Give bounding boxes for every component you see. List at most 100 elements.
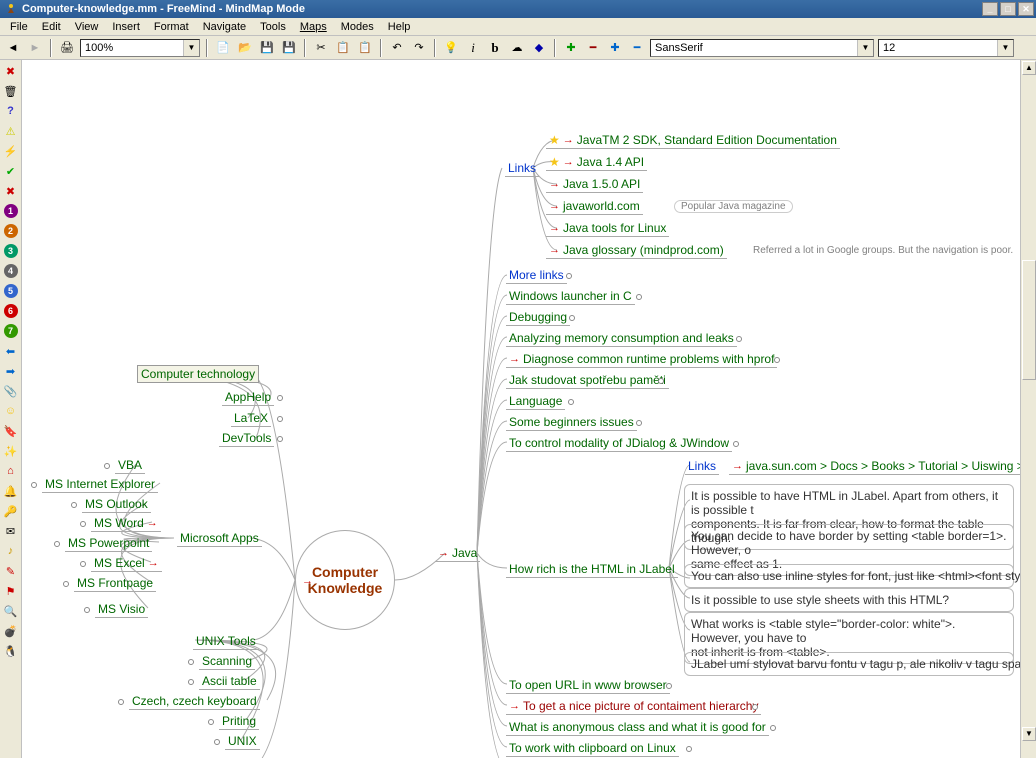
new-icon[interactable]: 📄 [214, 39, 232, 57]
fold-bubble[interactable] [54, 541, 60, 547]
priority-7-icon[interactable]: 7 [2, 322, 20, 340]
node-visio[interactable]: MS Visio [95, 601, 148, 618]
node-frontpage[interactable]: MS Frontpage [74, 575, 156, 592]
check-icon[interactable]: ✔ [2, 162, 20, 180]
root-node[interactable]: → Computer Knowledge [295, 530, 395, 630]
linux-icon[interactable]: 🐧 [2, 642, 20, 660]
fold-bubble[interactable] [636, 420, 642, 426]
node-open-url[interactable]: To open URL in www browser [506, 677, 670, 694]
node-beginners[interactable]: Some beginners issues [506, 414, 637, 431]
node-java-links[interactable]: Links [505, 160, 539, 177]
scroll-up-button[interactable]: ▲ [1022, 61, 1036, 75]
inc-icon[interactable]: ✚ [606, 39, 624, 57]
font-size-select[interactable]: 12 ▼ [878, 39, 1014, 57]
wizard-icon[interactable]: ✨ [2, 442, 20, 460]
priority-5-icon[interactable]: 5 [2, 282, 20, 300]
menu-modes[interactable]: Modes [335, 20, 380, 34]
node-containment-pic[interactable]: → To get a nice picture of contaiment hi… [506, 698, 761, 715]
node-czech[interactable]: Czech, czech keyboard [129, 693, 260, 710]
fold-bubble[interactable] [208, 719, 214, 725]
node-word[interactable]: MS Word → [91, 515, 161, 532]
node-jak-studovat[interactable]: Jak studovat spotřebu paměti [506, 372, 669, 389]
fold-bubble[interactable] [752, 704, 758, 710]
attach-icon[interactable]: 📎 [2, 382, 20, 400]
flash-icon[interactable]: ⚡ [2, 142, 20, 160]
node-powerpoint[interactable]: MS Powerpoint [65, 535, 152, 552]
node-winlauncher[interactable]: Windows launcher in C [506, 288, 635, 305]
idea-icon[interactable]: 💡 [442, 39, 460, 57]
node-clipboard-linux[interactable]: To work with clipboard on Linux [506, 740, 679, 757]
cut-icon[interactable]: ✂ [312, 39, 330, 57]
node-jlabel-title[interactable]: How rich is the HTML in JLabel [506, 561, 678, 578]
bomb-icon[interactable]: 💣 [2, 622, 20, 640]
vertical-scrollbar[interactable]: ▲ ▼ [1020, 60, 1036, 758]
font-family-select[interactable]: SansSerif ▼ [650, 39, 874, 57]
node-java150api[interactable]: → Java 1.5.0 API [546, 176, 643, 193]
node-msie[interactable]: MS Internet Explorer [42, 476, 158, 493]
node-morelinks[interactable]: More links [506, 267, 567, 284]
remove-last-icon[interactable]: ✖ [2, 62, 20, 80]
dec-icon[interactable]: ━ [628, 39, 646, 57]
node-jlabel-text-6[interactable]: JLabel umí stylovat barvu fontu v tagu p… [684, 652, 1014, 676]
undo-icon[interactable]: ↶ [388, 39, 406, 57]
fold-bubble[interactable] [188, 659, 194, 665]
fold-bubble[interactable] [104, 463, 110, 469]
menu-insert[interactable]: Insert [106, 20, 146, 34]
node-priting[interactable]: Priting [219, 713, 259, 730]
fold-bubble[interactable] [277, 436, 283, 442]
scroll-thumb-v[interactable] [1022, 260, 1036, 380]
fold-bubble[interactable] [63, 581, 69, 587]
paste-icon[interactable]: 📋 [356, 39, 374, 57]
fold-bubble[interactable] [636, 294, 642, 300]
mail-icon[interactable]: ✉ [2, 522, 20, 540]
menu-edit[interactable]: Edit [36, 20, 67, 34]
bookmark-icon[interactable]: 🔖 [2, 422, 20, 440]
node-jlabel-text-4[interactable]: Is it possible to use style sheets with … [684, 588, 1014, 612]
print-icon[interactable]: 🖨 [58, 39, 76, 57]
warning-icon[interactable]: ⚠ [2, 122, 20, 140]
back-icon[interactable]: ⬅ [2, 342, 20, 360]
forward-button[interactable]: ► [26, 39, 44, 57]
menu-file[interactable]: File [4, 20, 34, 34]
saveas-icon[interactable]: 💾 [280, 39, 298, 57]
fold-bubble[interactable] [80, 561, 86, 567]
forward-icon[interactable]: ➡ [2, 362, 20, 380]
node-java-glossary[interactable]: → Java glossary (mindprod.com) [546, 242, 727, 259]
home-icon[interactable]: ⌂ [2, 462, 20, 480]
fold-bubble[interactable] [188, 679, 194, 685]
maximize-button[interactable]: □ [1000, 2, 1016, 16]
node-memory[interactable]: Analyzing memory consumption and leaks [506, 330, 737, 347]
smiley-icon[interactable]: ☺ [2, 402, 20, 420]
menu-maps[interactable]: Maps [294, 20, 333, 34]
menu-help[interactable]: Help [382, 20, 417, 34]
node-latex[interactable]: LaTeX [231, 410, 271, 427]
menu-navigate[interactable]: Navigate [197, 20, 252, 34]
fold-bubble[interactable] [277, 395, 283, 401]
fold-bubble[interactable] [658, 378, 664, 384]
remove-icon[interactable]: ━ [584, 39, 602, 57]
fold-bubble[interactable] [736, 336, 742, 342]
fold-bubble[interactable] [733, 441, 739, 447]
node-excel[interactable]: MS Excel → [91, 555, 162, 572]
node-hprof[interactable]: → Diagnose common runtime problems with … [506, 351, 777, 368]
fold-bubble[interactable] [569, 315, 575, 321]
bold-button[interactable]: b [486, 39, 504, 57]
node-modality[interactable]: To control modality of JDialog & JWindow [506, 435, 732, 452]
fold-bubble[interactable] [666, 683, 672, 689]
menu-view[interactable]: View [69, 20, 105, 34]
priority-2-icon[interactable]: 2 [2, 222, 20, 240]
node-java-sdk-doc[interactable]: ★→ JavaTM 2 SDK, Standard Edition Docume… [546, 132, 840, 149]
node-apphelp[interactable]: AppHelp [222, 389, 274, 406]
node-java-linux-tools[interactable]: → Java tools for Linux [546, 220, 669, 237]
italic-button[interactable]: i [464, 39, 482, 57]
open-icon[interactable]: 📂 [236, 39, 254, 57]
priority-6-icon[interactable]: 6 [2, 302, 20, 320]
priority-4-icon[interactable]: 4 [2, 262, 20, 280]
music-icon[interactable]: ♪ [2, 542, 20, 560]
menu-tools[interactable]: Tools [254, 20, 292, 34]
copy-icon[interactable]: 📋 [334, 39, 352, 57]
fold-bubble[interactable] [84, 607, 90, 613]
fold-bubble[interactable] [118, 699, 124, 705]
node-vba[interactable]: VBA [115, 457, 145, 474]
node-scanning[interactable]: Scanning [199, 653, 255, 670]
